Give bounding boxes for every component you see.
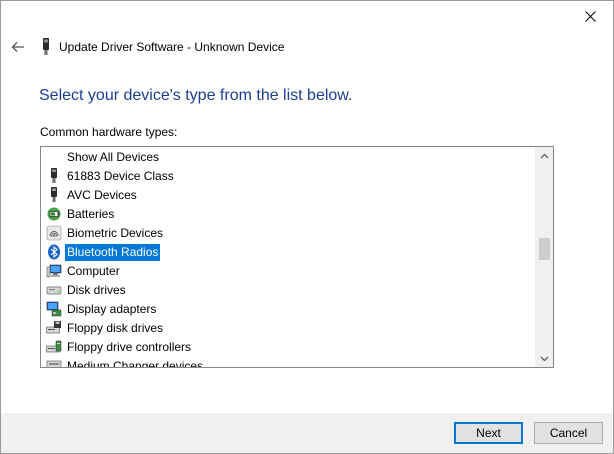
list-item-label: Disk drives [67,282,126,297]
list-item-label: Floppy drive controllers [67,339,192,354]
page-heading: Select your device's type from the list … [39,87,353,104]
chevron-up-icon [540,153,549,158]
close-button[interactable] [573,3,607,29]
next-button[interactable]: Next [454,422,523,444]
list-item[interactable]: Disk drives [46,281,128,299]
list-item[interactable]: Floppy disk drives [46,319,165,337]
none-icon [46,149,62,165]
dialog-footer: Next Cancel [1,413,613,453]
list-item[interactable]: Computer [46,262,122,280]
back-button[interactable] [9,38,27,56]
list-item-label: Biometric Devices [67,225,164,240]
cancel-button[interactable]: Cancel [534,422,603,444]
list-item[interactable]: Biometric Devices [46,224,165,242]
back-arrow-icon [11,42,24,52]
disk-drive-icon [46,282,62,298]
hardware-types-list[interactable]: Show All Devices 61883 Device Class AVC De… [40,146,554,368]
list-item-label: Computer [67,263,120,278]
list-item-label: Bluetooth Radios [65,243,161,261]
list-items: Show All Devices 61883 Device Class AVC De… [41,147,535,367]
list-item-label: Batteries [67,206,115,221]
list-item[interactable]: Medium Changer devices [46,357,205,367]
medium-changer-icon [46,358,62,367]
vertical-scrollbar[interactable] [535,147,553,367]
computer-icon [46,263,62,279]
dialog-header: Update Driver Software - Unknown Device [9,35,409,59]
dialog-window: Update Driver Software - Unknown Device … [0,0,614,454]
device-plug-icon [46,187,62,203]
floppy-controller-icon [46,339,62,355]
window-title: Update Driver Software - Unknown Device [59,40,285,54]
list-item[interactable]: Bluetooth Radios [46,243,161,261]
list-item[interactable]: AVC Devices [46,186,139,204]
battery-icon [46,206,62,222]
display-adapter-icon [46,301,62,317]
list-item-label: Display adapters [67,301,157,316]
scroll-thumb[interactable] [539,238,550,260]
device-plug-icon [43,38,49,55]
list-item[interactable]: Batteries [46,205,116,223]
list-item-label: Show All Devices [67,149,160,164]
list-item[interactable]: Floppy drive controllers [46,338,193,356]
list-item-label: Medium Changer devices [67,358,204,368]
chevron-down-icon [540,356,549,361]
floppy-drive-icon [46,320,62,336]
device-plug-icon [46,168,62,184]
fingerprint-icon [46,225,62,241]
scroll-down-button[interactable] [536,350,553,367]
list-item[interactable]: Show All Devices [46,148,161,166]
scroll-up-button[interactable] [536,147,553,164]
list-item-label: Floppy disk drives [67,320,164,335]
list-item-label: 61883 Device Class [67,168,174,183]
close-icon [584,10,596,22]
list-item[interactable]: Display adapters [46,300,158,318]
list-label: Common hardware types: [40,125,178,139]
list-item-label: AVC Devices [67,187,137,202]
list-item[interactable]: 61883 Device Class [46,167,176,185]
bluetooth-icon [46,244,62,260]
